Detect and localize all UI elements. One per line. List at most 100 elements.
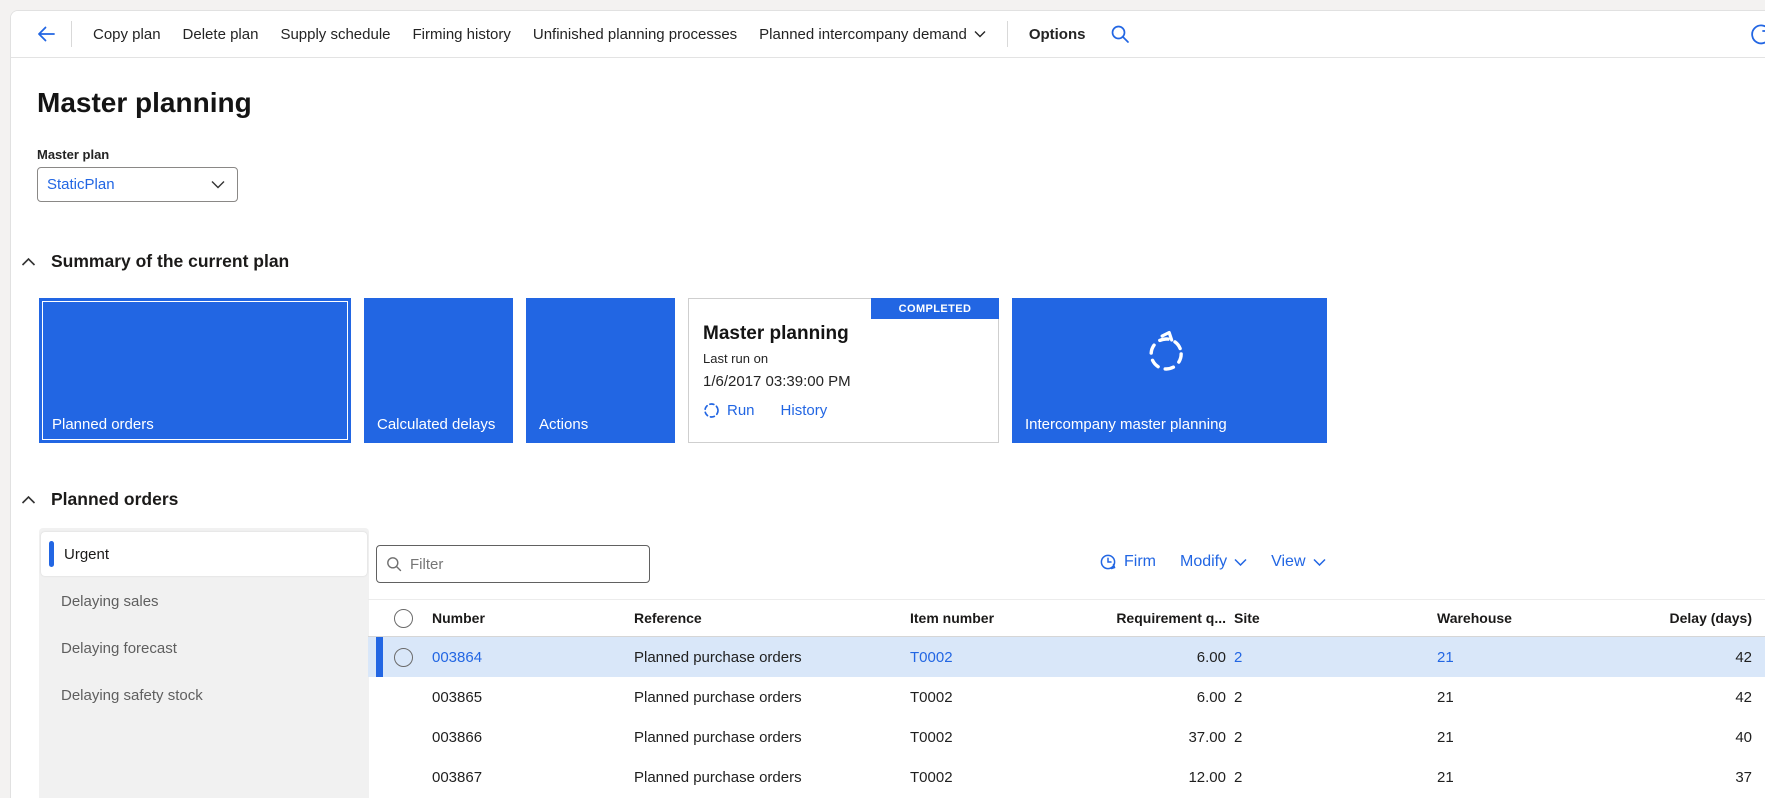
- table-row[interactable]: 003866 Planned purchase orders T0002 37.…: [368, 717, 1765, 757]
- toolbar-divider: [1006, 21, 1008, 47]
- cell-warehouse[interactable]: 21: [1437, 677, 1454, 717]
- column-header-requirement-qty[interactable]: Requirement q...: [1116, 600, 1226, 636]
- cell-reference: Planned purchase orders: [634, 688, 802, 706]
- cell-requirement-qty: 6.00: [1196, 688, 1226, 706]
- tile-intercompany-master-planning[interactable]: Intercompany master planning: [1012, 298, 1327, 443]
- history-label: History: [780, 402, 828, 419]
- search-icon: [1112, 25, 1130, 43]
- dashed-circle-arrow-icon: [1142, 328, 1190, 381]
- chevron-down-icon: [974, 31, 986, 38]
- nav-item-urgent[interactable]: Urgent: [41, 532, 367, 576]
- cell-reference: Planned purchase orders: [634, 648, 802, 666]
- refresh-icon: [1751, 24, 1765, 45]
- refresh-button[interactable]: [1748, 23, 1765, 54]
- firm-label: Firm: [1124, 553, 1156, 570]
- filter-input[interactable]: [410, 555, 640, 573]
- firm-button[interactable]: Firm: [1099, 553, 1156, 571]
- table-row[interactable]: 003865 Planned purchase orders T0002 6.0…: [368, 677, 1765, 717]
- cell-warehouse[interactable]: 21: [1437, 757, 1454, 797]
- modify-menu-button[interactable]: Modify: [1180, 553, 1247, 571]
- column-header-item-number[interactable]: Item number: [910, 600, 994, 636]
- master-planning-status-card: COMPLETED Master planning Last run on 1/…: [688, 298, 999, 443]
- column-header-warehouse[interactable]: Warehouse: [1437, 600, 1512, 636]
- cell-site[interactable]: 2: [1234, 717, 1242, 757]
- toolbar-item-delete-plan[interactable]: Delete plan: [172, 26, 270, 43]
- grid-filter: [376, 545, 650, 583]
- planned-orders-section-header[interactable]: Planned orders: [21, 489, 178, 510]
- cell-reference: Planned purchase orders: [634, 768, 802, 786]
- toolbar-dropdown-label: Planned intercompany demand: [759, 25, 967, 43]
- page-title: Master planning: [37, 87, 252, 118]
- summary-tiles: Planned orders Calculated delays Actions…: [39, 298, 1327, 443]
- toolbar-item-unfinished-planning-processes[interactable]: Unfinished planning processes: [522, 26, 748, 43]
- master-plan-combobox[interactable]: StaticPlan: [37, 167, 238, 202]
- grid-header-row: Number Reference Item number Requirement…: [368, 600, 1765, 637]
- table-row[interactable]: 003867 Planned purchase orders T0002 12.…: [368, 757, 1765, 797]
- view-menu-button[interactable]: View: [1271, 553, 1326, 571]
- tile-calculated-delays[interactable]: Calculated delays: [364, 298, 513, 443]
- nav-item-label: Delaying forecast: [61, 640, 177, 657]
- cell-number[interactable]: 003864: [432, 637, 482, 677]
- cell-requirement-qty: 37.00: [1188, 728, 1226, 746]
- last-run-label: Last run on: [703, 351, 769, 366]
- tile-label: Planned orders: [52, 416, 154, 433]
- cell-site[interactable]: 2: [1234, 637, 1242, 677]
- cell-number[interactable]: 003866: [432, 717, 482, 757]
- chevron-down-icon: [1234, 558, 1247, 566]
- nav-item-delaying-forecast[interactable]: Delaying forecast: [39, 625, 369, 672]
- view-label: View: [1271, 553, 1306, 570]
- cell-site[interactable]: 2: [1234, 677, 1242, 717]
- column-header-site[interactable]: Site: [1234, 600, 1260, 636]
- back-arrow-icon: [38, 26, 55, 42]
- cell-item-number[interactable]: T0002: [910, 677, 953, 717]
- cell-item-number[interactable]: T0002: [910, 637, 953, 677]
- grid-actions: Firm Modify View: [1099, 553, 1326, 571]
- back-button[interactable]: [31, 19, 61, 49]
- column-header-delay-days[interactable]: Delay (days): [1670, 600, 1752, 636]
- master-plan-value: StaticPlan: [47, 176, 115, 193]
- column-header-reference[interactable]: Reference: [634, 600, 702, 636]
- toolbar-item-supply-schedule[interactable]: Supply schedule: [269, 26, 401, 43]
- cell-warehouse[interactable]: 21: [1437, 637, 1454, 677]
- column-header-number[interactable]: Number: [432, 600, 485, 636]
- clock-firm-icon: [1100, 554, 1116, 570]
- search-icon: [387, 557, 402, 572]
- cell-site[interactable]: 2: [1234, 757, 1242, 797]
- row-radio[interactable]: [394, 637, 413, 677]
- chevron-up-icon: [21, 495, 36, 504]
- nav-item-delaying-sales[interactable]: Delaying sales: [39, 578, 369, 625]
- planned-orders-nav-panel: Urgent Delaying sales Delaying forecast …: [39, 528, 369, 798]
- cell-item-number[interactable]: T0002: [910, 717, 953, 757]
- toolbar-item-copy-plan[interactable]: Copy plan: [82, 26, 172, 43]
- tile-label: Actions: [539, 416, 589, 433]
- status-card-links: Run History: [703, 402, 827, 419]
- cell-number[interactable]: 003865: [432, 677, 482, 717]
- modify-label: Modify: [1179, 553, 1228, 570]
- cell-delay-days: 42: [1735, 648, 1752, 666]
- planned-orders-grid: Number Reference Item number Requirement…: [368, 599, 1765, 798]
- run-button[interactable]: Run: [703, 402, 755, 419]
- tile-planned-orders[interactable]: Planned orders: [39, 298, 351, 443]
- summary-section-title: Summary of the current plan: [51, 251, 290, 271]
- toolbar-item-planned-intercompany-demand[interactable]: Planned intercompany demand: [748, 26, 997, 43]
- dashed-circle-run-icon: [704, 403, 719, 418]
- cell-item-number[interactable]: T0002: [910, 757, 953, 797]
- cell-requirement-qty: 12.00: [1188, 768, 1226, 786]
- select-all-radio[interactable]: [394, 600, 413, 636]
- last-run-value: 1/6/2017 03:39:00 PM: [703, 373, 851, 390]
- nav-item-label: Delaying sales: [61, 593, 159, 610]
- cell-warehouse[interactable]: 21: [1437, 717, 1454, 757]
- nav-item-delaying-safety-stock[interactable]: Delaying safety stock: [39, 672, 369, 719]
- tile-actions[interactable]: Actions: [526, 298, 675, 443]
- toolbar-item-options[interactable]: Options: [1018, 26, 1097, 43]
- cell-number[interactable]: 003867: [432, 757, 482, 797]
- table-row[interactable]: 003864 Planned purchase orders T0002 6.0…: [368, 637, 1765, 677]
- history-button[interactable]: History: [781, 402, 828, 419]
- chevron-down-icon: [1312, 558, 1326, 566]
- cell-delay-days: 42: [1735, 688, 1752, 706]
- toolbar-search-button[interactable]: [1110, 24, 1130, 44]
- status-badge: COMPLETED: [871, 298, 999, 319]
- screen: Copy plan Delete plan Supply schedule Fi…: [0, 0, 1765, 798]
- summary-section-header[interactable]: Summary of the current plan: [21, 251, 289, 272]
- toolbar-item-firming-history[interactable]: Firming history: [402, 26, 522, 43]
